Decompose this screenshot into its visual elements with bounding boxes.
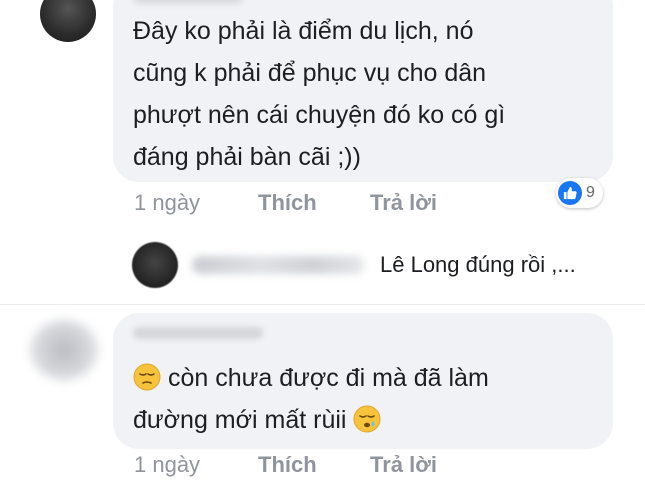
- like-button[interactable]: Thích: [258, 452, 370, 478]
- reaction-count: 9: [586, 184, 595, 201]
- comment-text: còn chưa được đi mà đã làm đường mới mất…: [133, 357, 603, 441]
- blurred-author-name: [133, 0, 243, 4]
- reply-button[interactable]: Trả lời: [370, 190, 437, 216]
- divider: [0, 304, 645, 305]
- blurred-reply-author-name: [192, 256, 364, 274]
- reply-preview[interactable]: Lê Long đúng rồi ,...: [380, 252, 576, 278]
- pensive-face-icon: [133, 362, 161, 391]
- comment-text: Đây ko phải là điểm du lịch, nó cũng k p…: [133, 17, 506, 171]
- comment-text-line1: còn chưa được đi mà đã làm: [167, 364, 489, 392]
- thumbs-up-icon: [558, 181, 582, 205]
- comment-bubble: Đây ko phải là điểm du lịch, nó cũng k p…: [113, 0, 613, 182]
- comment-bubble: còn chưa được đi mà đã làm đường mới mất…: [113, 313, 613, 449]
- like-button[interactable]: Thích: [258, 190, 370, 216]
- reply-avatar[interactable]: [132, 242, 178, 288]
- comment-actions: 1 ngày Thích Trả lời: [134, 190, 437, 216]
- sleepy-face-icon: [353, 404, 381, 433]
- avatar[interactable]: [30, 320, 98, 380]
- blurred-author-name: [133, 327, 263, 339]
- timestamp[interactable]: 1 ngày: [134, 452, 258, 478]
- reply-button[interactable]: Trả lời: [370, 452, 437, 478]
- comment-thread: Đây ko phải là điểm du lịch, nó cũng k p…: [0, 0, 645, 484]
- comment-text-line2: đường mới mất rùii: [133, 406, 347, 434]
- comment-actions: 1 ngày Thích Trả lời: [134, 452, 437, 478]
- reaction-summary[interactable]: 9: [556, 178, 603, 208]
- avatar[interactable]: [40, 0, 96, 42]
- timestamp[interactable]: 1 ngày: [134, 190, 258, 216]
